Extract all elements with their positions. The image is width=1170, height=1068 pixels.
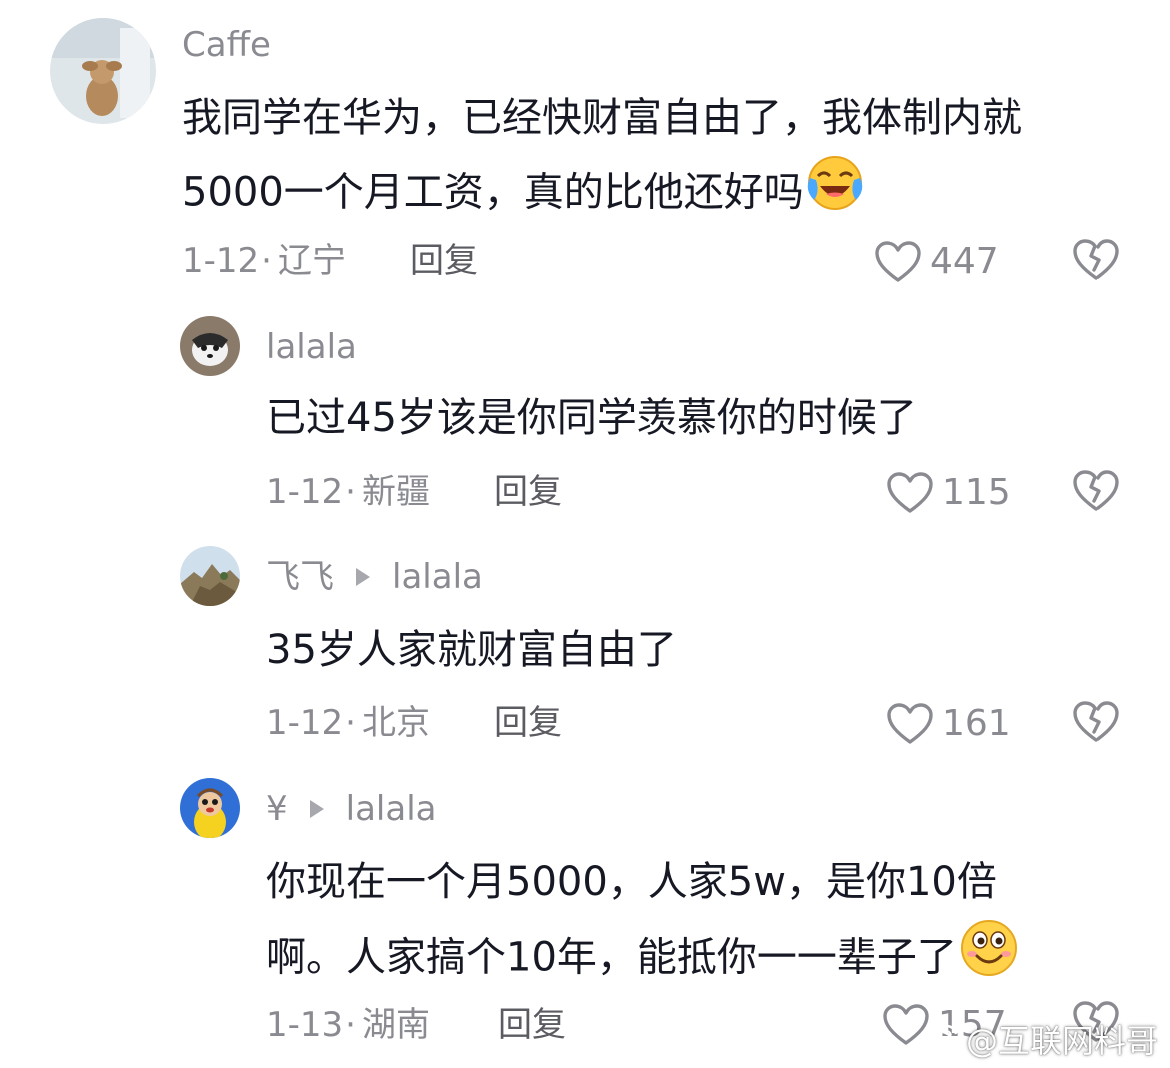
- separator-dot: ·: [261, 241, 272, 281]
- grinning-emoji: [959, 918, 1019, 1001]
- broken-heart-icon: [1073, 239, 1119, 280]
- reply-button[interactable]: 回复: [498, 1008, 566, 1042]
- separator-dot: ·: [345, 703, 356, 743]
- broken-heart-icon: [1073, 701, 1119, 742]
- watermark: @互联网料哥: [916, 1016, 1158, 1062]
- comment-text-line: 5000一个月工资，真的比他还好吗: [182, 154, 1022, 235]
- dislike-button[interactable]: [1072, 700, 1120, 748]
- laughing-tears-emoji: [806, 154, 864, 235]
- username[interactable]: Caffe: [182, 28, 271, 62]
- like-button[interactable]: 447: [874, 240, 999, 284]
- like-count: 115: [942, 472, 1011, 513]
- comment-meta: 1-12· 北京: [266, 703, 430, 743]
- broken-heart-icon: [1073, 470, 1119, 511]
- comment-meta: 1-12· 新疆: [266, 472, 430, 512]
- username[interactable]: ¥ lalala: [266, 792, 436, 826]
- comment-text: 35岁人家就财富自由了: [266, 627, 677, 673]
- like-button[interactable]: 115: [886, 471, 1011, 515]
- reply-arrow-icon: [309, 800, 324, 818]
- reply-button[interactable]: 回复: [410, 244, 478, 278]
- reply-arrow-icon: [356, 568, 370, 586]
- username[interactable]: 飞飞 lalala: [266, 560, 483, 594]
- dislike-button[interactable]: [1072, 469, 1120, 517]
- like-button[interactable]: 161: [886, 702, 1011, 746]
- avatar[interactable]: [180, 316, 240, 376]
- heart-icon: [887, 703, 933, 744]
- like-count: 447: [930, 241, 999, 282]
- reply-button[interactable]: 回复: [494, 475, 562, 509]
- heart-icon: [887, 472, 933, 513]
- comment-text-line: 啊。人家搞个10年，能抵你一一辈子了: [266, 918, 1019, 1001]
- separator-dot: ·: [345, 1005, 356, 1045]
- dislike-button[interactable]: [1072, 238, 1120, 286]
- username[interactable]: lalala: [266, 330, 357, 364]
- avatar[interactable]: [180, 778, 240, 838]
- reply-button[interactable]: 回复: [494, 706, 562, 740]
- weibo-logo-icon: [917, 1024, 958, 1055]
- heart-icon: [875, 241, 921, 282]
- comment-text: 你现在一个月5000，人家5w，是你10倍 啊。人家搞个10年，能抵你一一辈子了: [266, 846, 1019, 1001]
- separator-dot: ·: [345, 472, 356, 512]
- comment-text: 我同学在华为，已经快财富自由了，我体制内就 5000一个月工资，真的比他还好吗: [182, 82, 1022, 235]
- like-count: 161: [942, 703, 1011, 744]
- comment-meta: 1-13· 湖南: [266, 1005, 430, 1045]
- avatar[interactable]: [50, 18, 156, 124]
- avatar[interactable]: [180, 546, 240, 606]
- comment-text: 已过45岁该是你同学羡慕你的时候了: [266, 395, 917, 441]
- comment-meta: 1-12· 辽宁: [182, 241, 346, 281]
